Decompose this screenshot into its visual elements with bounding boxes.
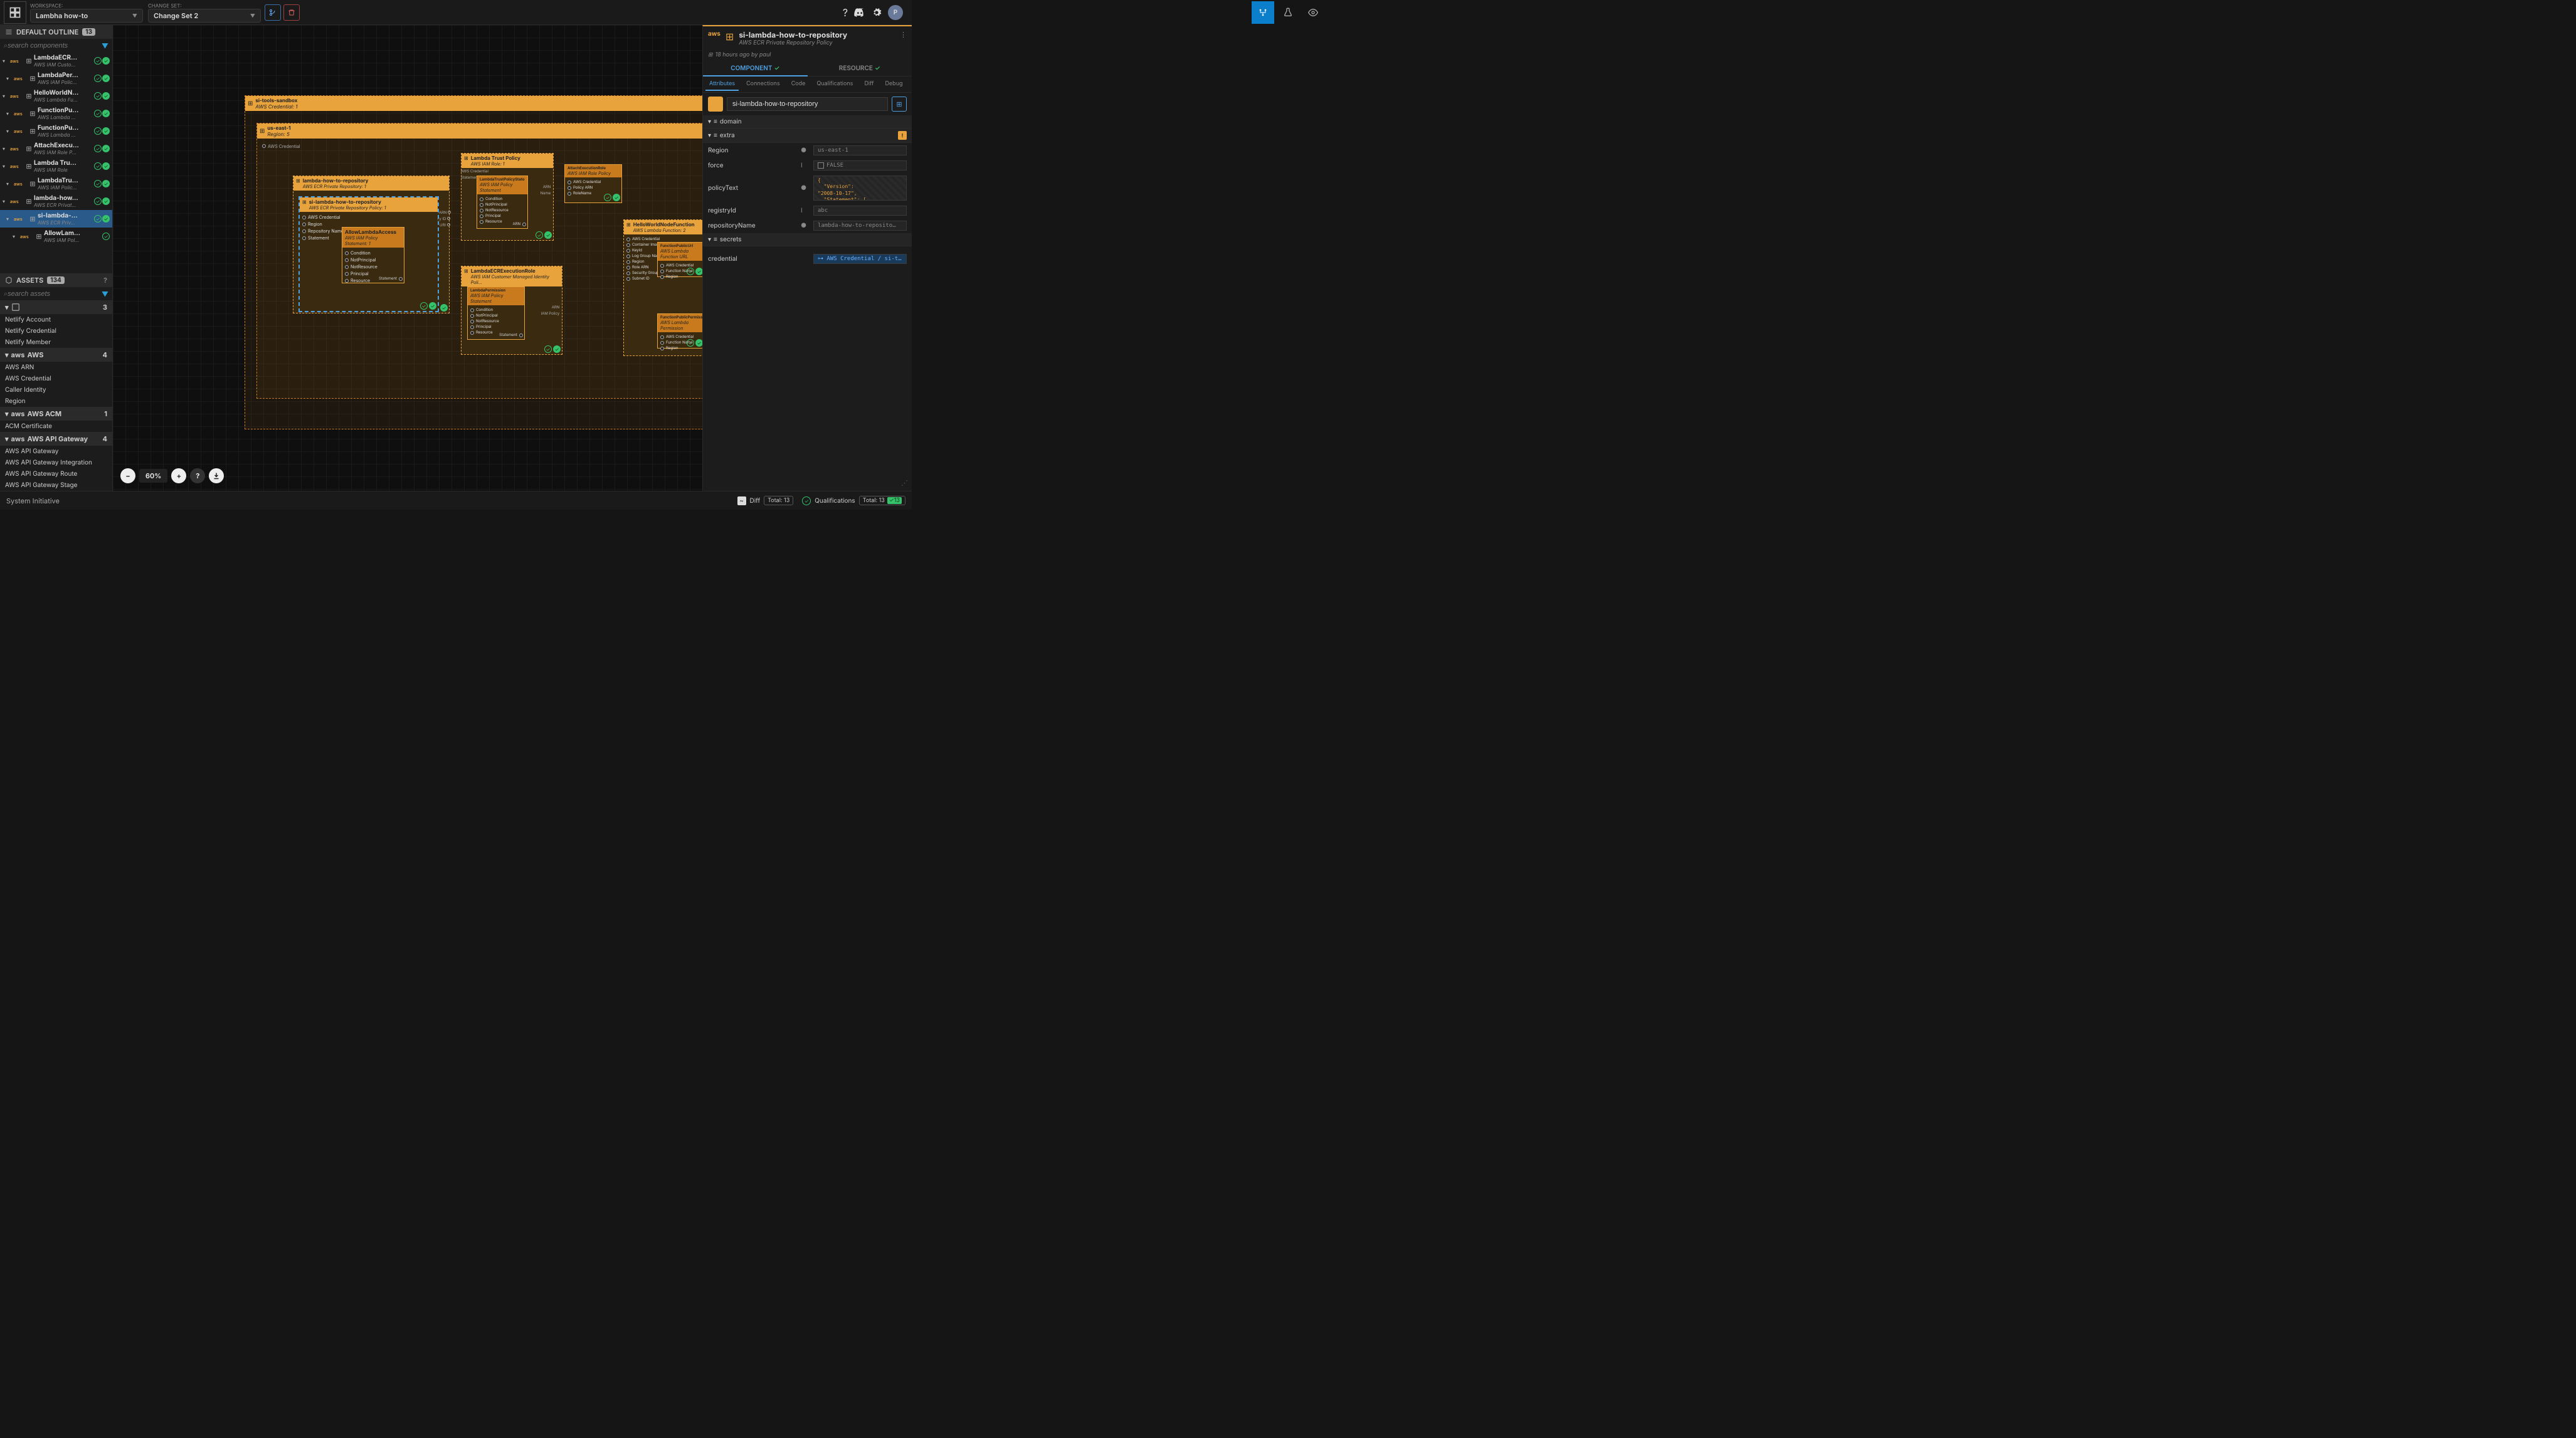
asset-item[interactable]: AWS API Gateway Stage [0,480,112,491]
section-secrets[interactable]: ▾≡secrets [703,233,912,246]
avatar[interactable]: P [888,5,903,20]
help-icon[interactable]: ? [843,6,848,19]
app-logo[interactable] [4,1,26,24]
node-permission[interactable]: LambdaPermission AWS IAM Policy Statemen… [467,286,525,340]
plus-icon: ⊞ [708,51,713,58]
field-repositoryname[interactable]: repositoryName ● lambda-how-to-reposito… [703,218,912,233]
workspace-label: WORKSPACE: [30,3,143,9]
field-registryid[interactable]: registryId I abc [703,203,912,218]
canvas[interactable]: ⊞ si-tools-sandbox AWS Credential: 1 AWS… [113,25,702,491]
footer-qualifications[interactable]: ✓ Qualifications Total: 13✓13 [802,496,905,505]
lab-view-button[interactable] [1277,1,1299,24]
subtab-qualifications[interactable]: Qualifications [813,78,857,91]
outline-item[interactable]: ▾aws⊞LambdaTru...AWS IAM Polic...✓✓ [0,175,112,192]
frame-icon: ⊞ [726,30,734,46]
asset-group[interactable]: ▾awsAWS4 [0,348,112,362]
node-func-url[interactable]: FunctionPublicUrl AWS Lambda Function UR… [657,242,702,277]
warning-badge: ! [898,131,907,140]
merge-button[interactable] [265,4,281,21]
search-assets-input[interactable] [8,290,99,298]
section-domain[interactable]: ▾≡domain [703,115,912,129]
asset-item[interactable]: Netlify Member [0,337,112,348]
field-region[interactable]: Region ● us-east-1 [703,143,912,158]
brand-name: System Initiative [6,496,729,505]
changeset-dropdown[interactable]: Change Set 2 ▼ [148,9,261,23]
color-swatch[interactable] [708,97,723,112]
outline-item[interactable]: ▾aws⊞AttachExecu...AWS IAM Role P...✓✓ [0,140,112,157]
field-policytext[interactable]: policyText ● { "Version": "2008-10-17", … [703,173,912,203]
component-title: si-lambda-how-to-repository [739,30,895,39]
subtab-connections[interactable]: Connections [742,78,784,91]
asset-item[interactable]: AWS API Gateway [0,446,112,457]
asset-item[interactable]: Netlify Account [0,314,112,325]
node-func-perm[interactable]: FunctionPublicPermissi AWS Lambda Permis… [657,313,702,349]
component-subtitle: AWS ECR Private Repository Policy [739,39,895,46]
node-attach-role[interactable]: AttachExecutionRole AWS IAM Role Policy … [564,164,622,203]
outline-item[interactable]: ▾aws⊞HelloWorldN...AWS Lambda Fu...✓✓ [0,87,112,105]
outline-item[interactable]: ▾aws⊞Lambda Tru...AWS IAM Role✓✓ [0,157,112,175]
zoom-level: 60% [139,469,167,483]
node-allow-lambda[interactable]: AllowLambdaAccess AWS IAM Policy Stateme… [342,227,404,283]
outline-item[interactable]: ▾aws⊞si-lambda-...AWS ECR Priv...✓✓ [0,210,112,228]
tab-component[interactable]: COMPONENT✓ [703,61,808,76]
workspace-dropdown[interactable]: Lambha how-to ▼ [30,9,143,23]
asset-item[interactable]: AWS ARN [0,362,112,373]
download-button[interactable] [209,468,224,483]
asset-item[interactable]: ACM Certificate [0,421,112,432]
outline-item[interactable]: ▾aws⊞lambda-how...AWS ECR Privat...✓✓ [0,192,112,210]
subtab-diff[interactable]: Diff [860,78,877,91]
drag-handle-icon[interactable]: ⋰ [901,478,908,487]
component-name-input[interactable] [727,97,888,111]
asset-item[interactable]: AWS API Gateway Integration [0,457,112,468]
outline-header[interactable]: DEFAULT OUTLINE 13 [0,25,112,39]
field-force[interactable]: force I FALSE [703,158,912,173]
assets-header[interactable]: ASSETS 134 ? [0,273,112,287]
node-trust-state[interactable]: LambdaTrustPolicyState AWS IAM Policy St… [477,176,528,229]
model-view-button[interactable] [1252,1,1274,24]
section-extra[interactable]: ▾≡extra ! [703,129,912,143]
asset-group[interactable]: ▾awsAWS ACM1 [0,407,112,421]
asset-item[interactable]: Caller Identity [0,384,112,396]
asset-item[interactable]: Region [0,396,112,407]
chevron-down-icon: ▼ [132,13,137,19]
subtab-attributes[interactable]: Attributes [705,78,739,91]
asset-item[interactable]: Netlify Credential [0,325,112,337]
delete-button[interactable] [283,4,300,21]
help-icon[interactable]: ? [103,276,107,285]
discord-icon[interactable] [854,7,865,18]
asset-item[interactable]: AWS Credential [0,373,112,384]
outline-item[interactable]: ▾aws⊞FunctionPu...AWS Lambda ...✓✓ [0,122,112,140]
outline-item[interactable]: ▾aws⊞LambdaPer...AWS IAM Polic...✓✓ [0,70,112,87]
field-credential[interactable]: credential ⊶ AWS Credential / si-tools-s… [703,251,912,266]
filter-icon[interactable]: ▼ [102,41,108,50]
zoom-in-button[interactable]: + [171,468,186,483]
asset-group-top[interactable]: ▾ 3 [0,300,112,314]
more-icon[interactable]: ⋮ [900,30,907,46]
eye-view-button[interactable] [1302,1,1324,24]
filter-icon[interactable]: ▼ [102,290,108,298]
outline-item[interactable]: ▾aws⊞LambdaECR...AWS IAM Custo...✓✓ [0,52,112,70]
asset-item[interactable]: AWS API Gateway Route [0,468,112,480]
frame-toggle-button[interactable]: ⊞ [892,97,907,112]
outline-item[interactable]: ▾aws⊞AllowLam...AWS IAM Pol...✓ [0,228,112,245]
subtab-debug[interactable]: Debug [881,78,906,91]
zoom-out-button[interactable]: − [120,468,135,483]
chevron-down-icon: ▼ [250,13,255,19]
asset-group[interactable]: ▾awsAWS API Gateway4 [0,432,112,446]
search-components-input[interactable] [8,42,99,50]
aws-icon: aws [708,30,721,38]
gear-icon[interactable] [872,8,882,18]
changeset-label: CHANGE SET: [148,3,261,9]
tab-resource[interactable]: RESOURCE✓ [808,61,912,76]
zoom-help-button[interactable]: ? [190,468,205,483]
footer-diff[interactable]: ~ Diff Total: 13 [737,496,794,505]
subtab-code[interactable]: Code [788,78,810,91]
outline-item[interactable]: ▾aws⊞FunctionPu...AWS Lambda ...✓✓ [0,105,112,122]
